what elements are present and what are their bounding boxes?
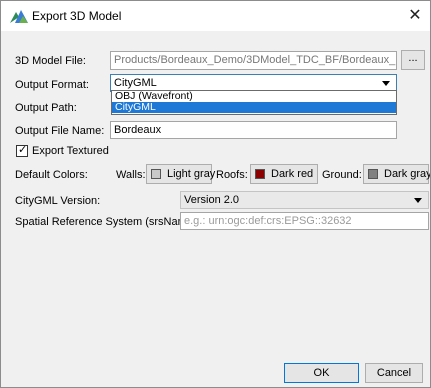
output-format-value: CityGML	[114, 77, 157, 89]
citygml-version-label: CityGML Version:	[15, 195, 101, 207]
cancel-button[interactable]: Cancel	[365, 363, 423, 383]
walls-color-button[interactable]: Light gray	[146, 164, 216, 184]
ground-color-swatch	[368, 169, 378, 179]
browse-button[interactable]: ...	[401, 50, 425, 70]
roofs-color-label: Dark red	[271, 168, 314, 180]
srs-input[interactable]: e.g.: urn:ogc:def:crs:EPSG::32632	[180, 212, 429, 230]
close-button[interactable]: ✕	[400, 1, 430, 31]
chevron-down-icon	[382, 81, 390, 86]
app-logo-icon	[10, 10, 28, 23]
dropdown-option-citygml[interactable]: CityGML	[112, 102, 396, 113]
walls-label: Walls:	[116, 169, 146, 181]
output-file-name-label: Output File Name:	[15, 125, 105, 137]
chevron-down-icon	[414, 198, 422, 203]
model-file-label: 3D Model File:	[15, 55, 86, 67]
export-textured-label: Export Textured	[32, 145, 109, 157]
roofs-color-button[interactable]: Dark red	[250, 164, 318, 184]
ok-button[interactable]: OK	[284, 363, 359, 383]
model-file-field[interactable]: Products/Bordeaux_Demo/3DModel_TDC_BF/Bo…	[110, 51, 397, 70]
title-bar: Export 3D Model ✕	[1, 1, 430, 31]
roofs-color-swatch	[255, 169, 265, 179]
ground-color-label: Dark gray	[384, 168, 431, 180]
export-3d-model-dialog: Export 3D Model ✕ 3D Model File: Product…	[0, 0, 431, 388]
window-title: Export 3D Model	[32, 9, 122, 23]
walls-color-label: Light gray	[167, 168, 216, 180]
output-format-label: Output Format:	[15, 79, 89, 91]
srs-label: Spatial Reference System (srsName):	[15, 216, 200, 228]
close-icon: ✕	[408, 7, 422, 24]
citygml-version-value: Version 2.0	[184, 194, 240, 206]
ground-color-button[interactable]: Dark gray	[363, 164, 431, 184]
checkmark-icon: ✓	[18, 144, 28, 156]
export-textured-checkbox[interactable]: ✓	[16, 144, 28, 157]
walls-color-swatch	[151, 169, 161, 179]
roofs-label: Roofs:	[216, 169, 248, 181]
output-path-label: Output Path:	[15, 102, 77, 114]
citygml-version-select[interactable]: Version 2.0	[180, 191, 429, 209]
output-format-dropdown: OBJ (Wavefront) CityGML	[111, 90, 397, 115]
output-file-name-input[interactable]: Bordeaux	[110, 121, 397, 139]
default-colors-label: Default Colors:	[15, 169, 88, 181]
ground-label: Ground:	[322, 169, 362, 181]
